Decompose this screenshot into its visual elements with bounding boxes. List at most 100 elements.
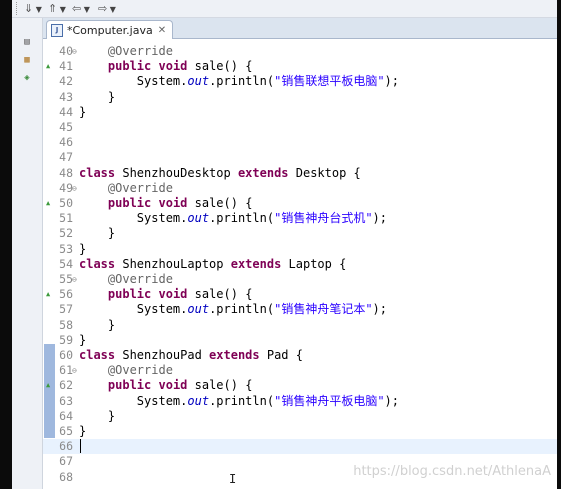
line-number: 47 — [59, 150, 73, 165]
code-line[interactable]: 57 System.out.println("销售神舟笔记本"); — [43, 302, 557, 317]
line-number: 67 — [59, 454, 73, 469]
code-line[interactable]: 43 } — [43, 90, 557, 105]
line-number: 63 — [59, 393, 73, 408]
code-line[interactable]: 46 — [43, 135, 557, 150]
toolbar-grip — [16, 2, 18, 15]
code-text: System.out.println("销售神舟台式机"); — [79, 211, 387, 226]
line-number: 44 — [59, 104, 73, 119]
line-number: 66 — [59, 439, 73, 454]
code-text: } — [79, 104, 87, 119]
line-number: 60 — [59, 348, 73, 362]
editor-toolbar: ⇓ ▼ ⇑ ▼ ⇦ ▼ ⇨ ▼ — [12, 0, 557, 18]
code-line[interactable]: 44} — [43, 105, 557, 120]
hierarchy-icon[interactable]: ▦ — [21, 54, 33, 66]
code-line[interactable]: ▲ 56 public void sale() { — [43, 287, 557, 302]
line-number: 61 — [59, 363, 73, 378]
outline-icon[interactable]: ◈ — [21, 72, 33, 84]
back-icon[interactable]: ⇦ ▼ — [72, 2, 90, 15]
code-text: @Override — [107, 180, 173, 195]
left-window-border — [0, 0, 12, 489]
code-line[interactable]: 49 ⊖ @Override — [43, 181, 557, 196]
code-line[interactable]: 45 — [43, 120, 557, 135]
line-number: 62 — [59, 378, 73, 393]
line-number: 43 — [59, 89, 73, 104]
code-line[interactable]: 53} — [43, 242, 557, 257]
override-marker-icon[interactable]: ▲ — [46, 59, 50, 74]
code-line[interactable]: 60 class ShenzhouPad extends Pad { — [43, 348, 557, 363]
code-line[interactable]: 66 — [43, 439, 557, 455]
code-line[interactable]: ▲ 50 public void sale() { — [43, 196, 557, 211]
line-number: 59 — [59, 332, 73, 347]
code-line[interactable]: 64 } — [43, 409, 557, 424]
mouse-ibeam-cursor: I — [229, 472, 237, 486]
next-annotation-icon[interactable]: ⇓ ▼ — [24, 2, 42, 15]
override-marker-icon[interactable]: ▲ — [46, 378, 50, 393]
close-icon[interactable]: ✕ — [158, 25, 166, 36]
code-editor[interactable]: 40 ⊖ @Override ▲ 41 public void sale() {42 … — [43, 39, 557, 489]
code-line[interactable]: 47 — [43, 150, 557, 165]
code-line[interactable]: 42 System.out.println("销售联想平板电脑"); — [43, 74, 557, 89]
restore-icon[interactable]: ▤ — [21, 36, 33, 48]
code-text: } — [79, 226, 116, 241]
code-text: public void sale() { — [107, 59, 253, 74]
code-line[interactable]: 54 class ShenzhouLaptop extends Laptop { — [43, 257, 557, 272]
code-text: class ShenzhouLaptop extends Laptop { — [79, 256, 347, 271]
code-line[interactable]: 40 ⊖ @Override — [43, 44, 557, 59]
code-line[interactable]: 63 System.out.println("销售神舟平板电脑"); — [43, 394, 557, 409]
line-number: 51 — [59, 211, 73, 226]
code-text: System.out.println("销售联想平板电脑"); — [79, 74, 399, 89]
line-number: 54 — [59, 256, 73, 271]
watermark: https://blog.csdn.net/AthlenaA — [353, 464, 551, 479]
code-line[interactable]: 59} — [43, 333, 557, 348]
override-marker-icon[interactable]: ▲ — [46, 196, 50, 211]
line-number: 50 — [59, 196, 73, 210]
code-line[interactable]: ▲ 41 public void sale() { — [43, 59, 557, 74]
code-text: @Override — [107, 363, 173, 378]
code-line[interactable]: 65} — [43, 424, 557, 439]
line-number: 56 — [59, 287, 73, 302]
line-number: 40 — [59, 44, 73, 58]
line-number: 58 — [59, 317, 73, 332]
line-number: 45 — [59, 120, 73, 134]
line-number: 68 — [59, 469, 73, 484]
code-line[interactable]: 61 ⊖ @Override — [43, 363, 557, 378]
line-number: 46 — [59, 135, 73, 150]
code-line[interactable]: ▲ 62 public void sale() { — [43, 378, 557, 393]
line-number: 49 — [59, 180, 73, 195]
code-line[interactable]: 51 System.out.println("销售神舟台式机"); — [43, 211, 557, 226]
code-text: public void sale() { — [107, 196, 253, 210]
code-text: @Override — [107, 44, 173, 58]
code-line[interactable]: 58 } — [43, 318, 557, 333]
forward-icon[interactable]: ⇨ ▼ — [98, 2, 116, 15]
override-marker-icon[interactable]: ▲ — [46, 287, 50, 302]
minimized-views-panel: ▤ ▦ ◈ — [12, 18, 43, 489]
fold-toggle-icon[interactable]: ⊖ — [72, 44, 77, 59]
code-text: } — [79, 317, 116, 332]
code-text: } — [79, 408, 116, 423]
code-line[interactable]: 55 ⊖ @Override — [43, 272, 557, 287]
editor-tab-bar: J *Computer.java ✕ — [43, 18, 557, 39]
java-file-icon: J — [51, 23, 63, 37]
text-caret — [80, 439, 81, 454]
code-text: System.out.println("销售神舟笔记本"); — [79, 302, 387, 317]
code-text: public void sale() { — [107, 287, 253, 302]
code-text: class ShenzhouDesktop extends Desktop { — [79, 165, 361, 180]
code-text: } — [79, 241, 87, 256]
code-text: class ShenzhouPad extends Pad { — [79, 348, 303, 362]
tab-computer-java[interactable]: J *Computer.java ✕ — [46, 20, 174, 39]
previous-annotation-icon[interactable]: ⇑ ▼ — [48, 2, 66, 15]
code-text: @Override — [107, 272, 173, 286]
fold-toggle-icon[interactable]: ⊖ — [72, 363, 77, 378]
code-text: public void sale() { — [107, 378, 253, 393]
code-line[interactable]: 52 } — [43, 226, 557, 241]
code-text: } — [79, 332, 87, 347]
fold-toggle-icon[interactable]: ⊖ — [72, 272, 77, 287]
line-number: 42 — [59, 74, 73, 89]
code-text: } — [79, 89, 116, 104]
code-line[interactable]: 48 class ShenzhouDesktop extends Desktop … — [43, 166, 557, 181]
code-text: } — [79, 424, 87, 438]
fold-toggle-icon[interactable]: ⊖ — [72, 181, 77, 196]
line-number: 52 — [59, 226, 73, 241]
line-number: 65 — [59, 424, 73, 438]
right-window-border — [557, 0, 561, 489]
